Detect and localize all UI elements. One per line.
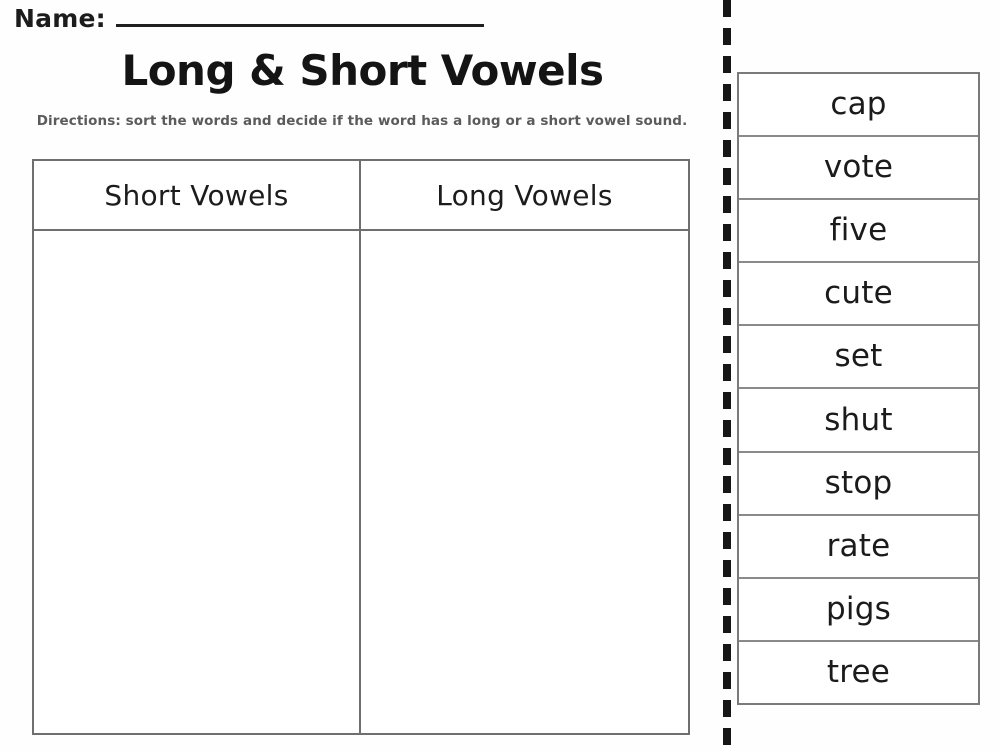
directions-text: Directions: sort the words and decide if… <box>36 113 688 129</box>
word-card[interactable]: shut <box>739 389 978 453</box>
word-card[interactable]: set <box>739 326 978 390</box>
word-card-label: shut <box>824 401 893 438</box>
sort-table-body <box>34 231 688 733</box>
word-card[interactable]: cute <box>739 263 978 327</box>
word-card-label: five <box>829 212 888 249</box>
word-card-label: rate <box>826 527 891 564</box>
word-card-label: vote <box>823 149 894 186</box>
page-title: Long & Short Vowels <box>121 46 604 95</box>
column-header-label: Short Vowels <box>104 178 289 212</box>
drop-zone-short-vowels[interactable] <box>34 231 359 733</box>
word-card[interactable]: rate <box>739 516 978 579</box>
word-card[interactable]: tree <box>739 642 978 703</box>
sort-table-header-row: Short Vowels Long Vowels <box>34 161 688 231</box>
word-card-label: tree <box>826 653 891 690</box>
word-card-label: cute <box>824 275 893 312</box>
word-card-label: cap <box>830 86 887 123</box>
name-input-blank[interactable] <box>115 23 484 27</box>
word-card-label: set <box>834 338 883 375</box>
word-card-label: pigs <box>826 590 891 627</box>
name-label: Name: <box>14 4 106 33</box>
column-header-long-vowels: Long Vowels <box>361 161 688 229</box>
word-card[interactable]: stop <box>739 453 978 516</box>
answer-area-long-vowels[interactable] <box>361 231 688 733</box>
word-bank: cap vote five cute set shut stop rate pi… <box>737 72 980 705</box>
column-header-short-vowels: Short Vowels <box>34 161 361 229</box>
answer-area-short-vowels[interactable] <box>34 231 361 733</box>
column-header-label: Long Vowels <box>436 178 613 212</box>
drop-zone-long-vowels[interactable] <box>361 231 688 733</box>
word-card[interactable]: vote <box>739 137 978 201</box>
dashed-cut-line <box>723 0 731 751</box>
word-card[interactable]: five <box>739 200 978 264</box>
word-card-label: stop <box>824 464 893 501</box>
name-field-row: Name: <box>14 6 484 31</box>
word-card[interactable]: pigs <box>739 579 978 642</box>
word-card[interactable]: cap <box>739 74 978 138</box>
worksheet-page: Name: Long & Short Vowels Directions: so… <box>0 0 1000 751</box>
sort-table: Short Vowels Long Vowels <box>32 159 690 735</box>
